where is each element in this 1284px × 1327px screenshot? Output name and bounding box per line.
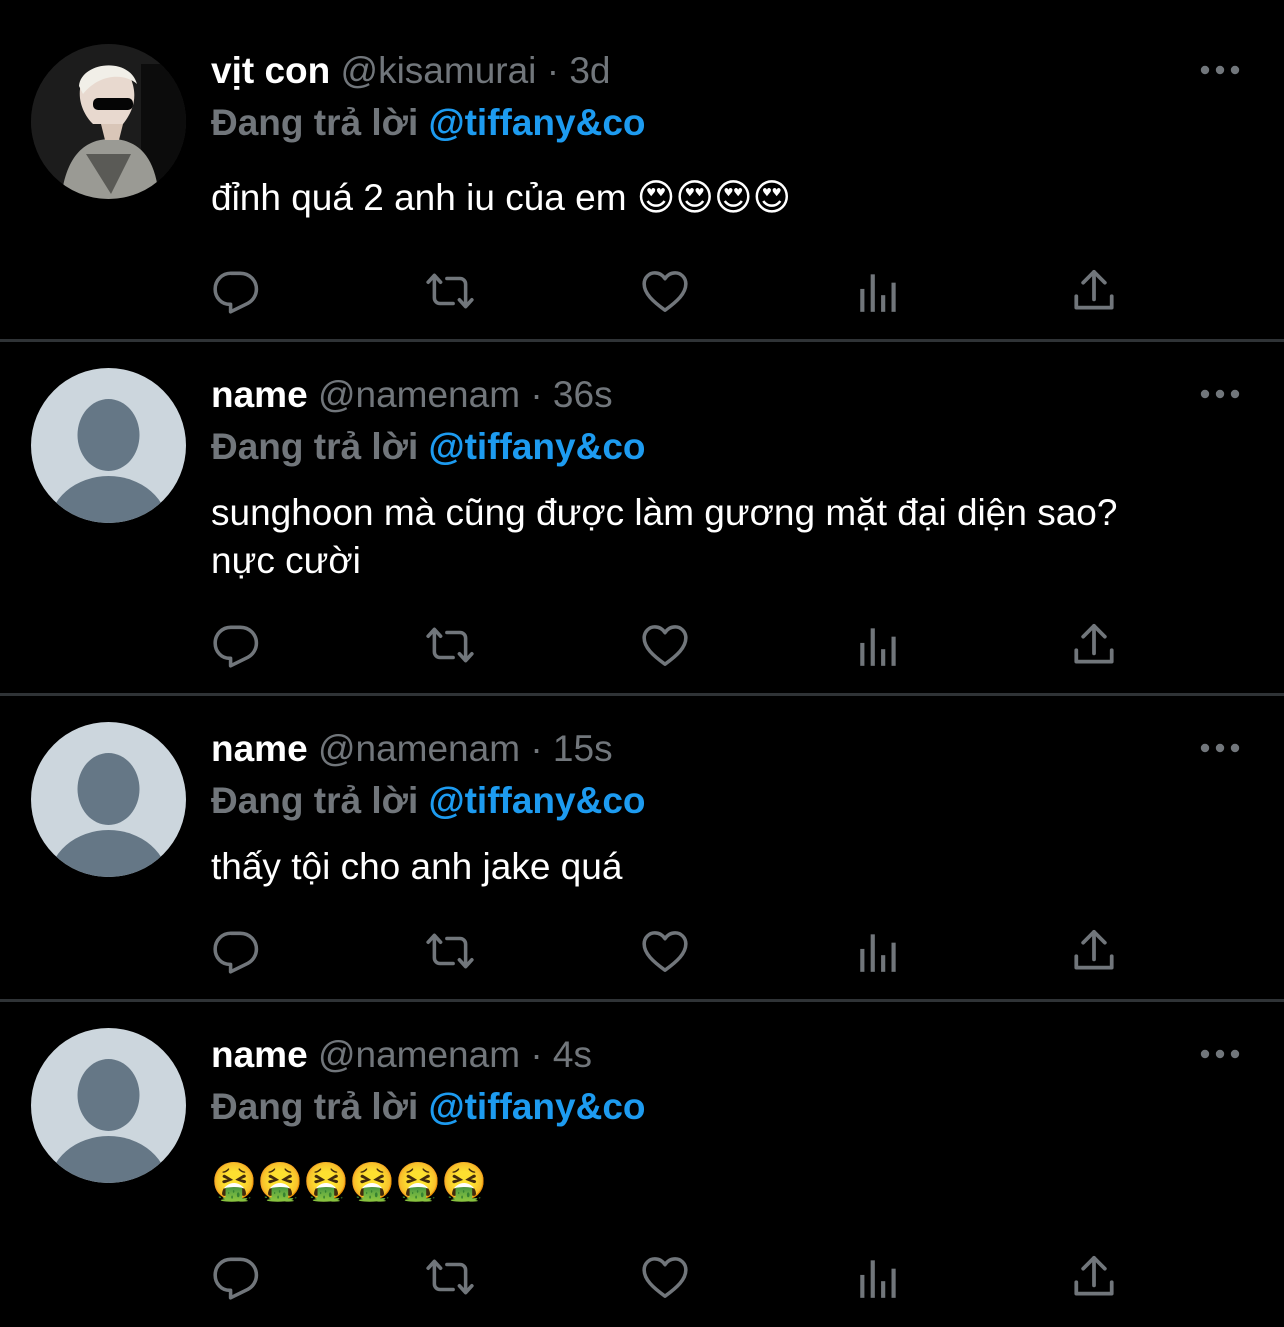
reply-mention[interactable]: @tiffany&co [429, 426, 646, 467]
timestamp[interactable]: 4s [553, 1034, 592, 1075]
tweet-text: thấy tội cho anh jake quá [211, 846, 623, 887]
retweet-icon[interactable] [425, 266, 477, 316]
action-bar [211, 926, 1131, 976]
reply-prefix: Đang trả lời [211, 780, 419, 821]
analytics-icon[interactable] [854, 926, 906, 976]
separator: · [530, 374, 543, 415]
separator: · [530, 1034, 543, 1075]
more-icon[interactable] [1196, 60, 1244, 80]
retweet-icon[interactable] [425, 926, 477, 976]
tweet-text: sunghoon mà cũng được làm gương mặt đại … [211, 492, 1118, 581]
more-icon[interactable] [1196, 738, 1244, 758]
display-name[interactable]: vịt con [211, 50, 330, 91]
handle[interactable]: @kisamurai [341, 50, 537, 91]
action-bar [211, 620, 1131, 670]
display-name[interactable]: name [211, 374, 308, 415]
tweet[interactable]: name @namenam · 36s Đang trả lời @tiffan… [0, 342, 1284, 696]
display-name[interactable]: name [211, 1034, 308, 1075]
reply-mention[interactable]: @tiffany&co [429, 102, 646, 143]
more-icon[interactable] [1196, 384, 1244, 404]
avatar[interactable] [31, 1028, 186, 1183]
analytics-icon[interactable] [854, 620, 906, 670]
reply-icon[interactable] [211, 1252, 263, 1302]
share-icon[interactable] [1069, 926, 1121, 976]
handle[interactable]: @namenam [318, 1034, 520, 1075]
timestamp[interactable]: 15s [553, 728, 613, 769]
share-icon[interactable] [1069, 1252, 1121, 1302]
action-bar [211, 266, 1131, 316]
like-icon[interactable] [640, 620, 692, 670]
reply-icon[interactable] [211, 620, 263, 670]
timestamp[interactable]: 3d [569, 50, 610, 91]
analytics-icon[interactable] [854, 266, 906, 316]
reply-icon[interactable] [211, 266, 263, 316]
avatar[interactable] [31, 722, 186, 877]
more-icon[interactable] [1196, 1044, 1244, 1064]
retweet-icon[interactable] [425, 620, 477, 670]
tweet[interactable]: vịt con @kisamurai · 3d Đang trả lời @ti… [0, 0, 1284, 342]
reply-prefix: Đang trả lời [211, 426, 419, 467]
retweet-icon[interactable] [425, 1252, 477, 1302]
like-icon[interactable] [640, 926, 692, 976]
tweet[interactable]: name @namenam · 15s Đang trả lời @tiffan… [0, 696, 1284, 1002]
handle[interactable]: @namenam [318, 728, 520, 769]
separator: · [530, 728, 543, 769]
reply-mention[interactable]: @tiffany&co [429, 1086, 646, 1127]
analytics-icon[interactable] [854, 1252, 906, 1302]
handle[interactable]: @namenam [318, 374, 520, 415]
like-icon[interactable] [640, 266, 692, 316]
like-icon[interactable] [640, 1252, 692, 1302]
tweet-text: đỉnh quá 2 anh iu của em 😍😍😍😍 [211, 177, 792, 218]
share-icon[interactable] [1069, 620, 1121, 670]
avatar[interactable] [31, 368, 186, 523]
tweet-text: 🤮🤮🤮🤮🤮🤮 [211, 1161, 488, 1202]
display-name[interactable]: name [211, 728, 308, 769]
reply-prefix: Đang trả lời [211, 102, 419, 143]
reply-mention[interactable]: @tiffany&co [429, 780, 646, 821]
separator: · [546, 50, 560, 91]
share-icon[interactable] [1069, 266, 1121, 316]
action-bar [211, 1252, 1131, 1302]
tweet[interactable]: name @namenam · 4s Đang trả lời @tiffany… [0, 1002, 1284, 1327]
reply-prefix: Đang trả lời [211, 1086, 419, 1127]
timestamp[interactable]: 36s [553, 374, 613, 415]
reply-icon[interactable] [211, 926, 263, 976]
avatar[interactable] [31, 44, 186, 199]
